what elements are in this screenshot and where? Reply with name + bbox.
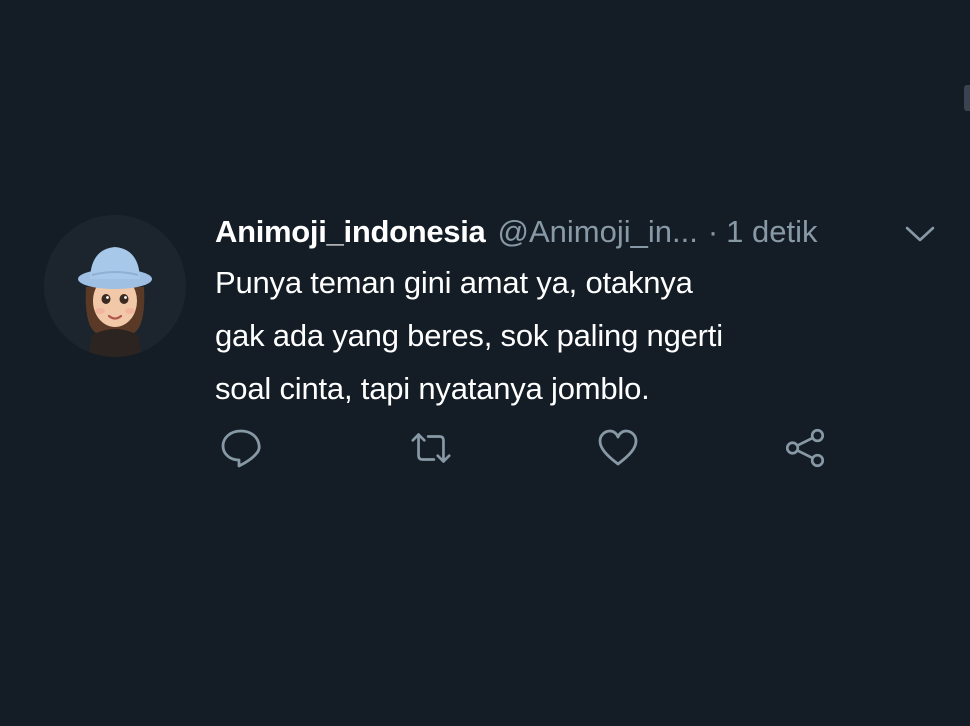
tweet-text-line: gak ada yang beres, sok paling ngerti	[215, 318, 723, 353]
avatar-animoji-icon	[44, 215, 186, 357]
reply-icon	[221, 429, 261, 468]
avatar[interactable]	[44, 215, 186, 357]
tweet-text: Punya teman gini amat ya, otaknya gak ad…	[215, 256, 855, 415]
tweet-actions	[0, 425, 970, 475]
share-button[interactable]	[782, 425, 828, 471]
display-name[interactable]: Animoji_indonesia	[215, 214, 486, 250]
retweet-icon	[411, 433, 451, 463]
tweet-timestamp[interactable]: 1 detik	[726, 214, 817, 250]
retweet-button[interactable]	[408, 425, 454, 471]
like-button[interactable]	[595, 425, 641, 471]
share-icon	[785, 428, 825, 468]
chevron-down-icon[interactable]	[903, 220, 937, 246]
scroll-indicator[interactable]	[964, 85, 970, 111]
tweet-card[interactable]: Animoji_indonesia @Animoji_in... · 1 det…	[0, 200, 970, 500]
tweet-header: Animoji_indonesia @Animoji_in... · 1 det…	[215, 212, 945, 252]
tweet-text-line: soal cinta, tapi nyatanya jomblo.	[215, 371, 650, 406]
user-handle[interactable]: @Animoji_in...	[498, 214, 698, 250]
separator-dot: ·	[707, 214, 719, 249]
heart-icon	[598, 429, 638, 466]
tweet-text-line: Punya teman gini amat ya, otaknya	[215, 265, 693, 300]
reply-button[interactable]	[218, 425, 264, 471]
